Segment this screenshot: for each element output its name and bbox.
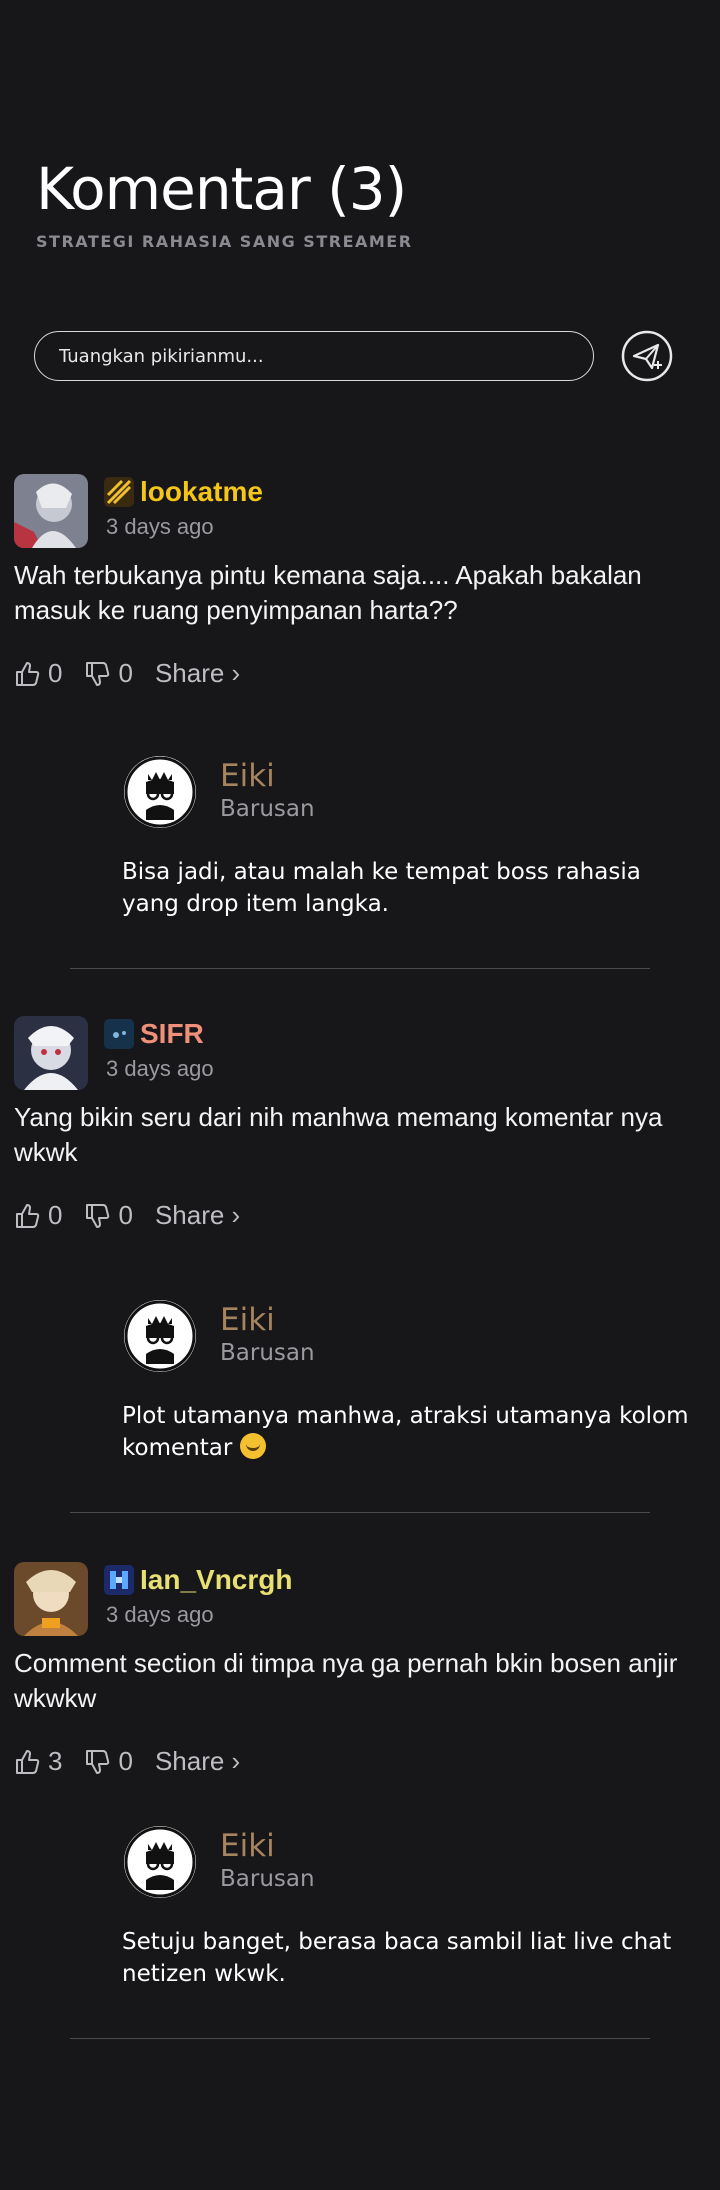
dislike-count: 0 [118, 1200, 133, 1230]
reply-text: Setuju banget, berasa baca sambil liat l… [122, 1929, 672, 1987]
comment-text: Comment section di timpa nya ga pernah b… [14, 1648, 678, 1713]
thumbs-up-icon [16, 661, 40, 686]
comment-timestamp: 3 days ago [106, 1602, 214, 1627]
user-avatar[interactable] [14, 1562, 88, 1636]
comment-text: Yang bikin seru dari nih manhwa memang k… [14, 1102, 663, 1167]
comment-username[interactable]: Ian_Vncrgh [140, 1564, 292, 1596]
reply-timestamp: Barusan [220, 796, 315, 822]
reply-avatar[interactable] [124, 756, 196, 828]
thumbs-up-icon [16, 1203, 40, 1228]
reply-username[interactable]: Eiki [220, 1828, 275, 1864]
thumbs-down-icon [86, 661, 110, 686]
reply-timestamp: Barusan [220, 1866, 315, 1892]
reply-text: Bisa jadi, atau malah ke tempat boss rah… [122, 859, 641, 917]
comment-divider [70, 2038, 650, 2039]
like-count: 0 [48, 1200, 63, 1230]
comment-actions: 0 0 Share › [14, 658, 262, 689]
comment-input[interactable] [34, 331, 594, 381]
thumbs-down-icon [86, 1203, 110, 1228]
reply-text: Plot utamanya manhwa, atraksi utamanya k… [122, 1403, 689, 1461]
user-badge-icon [104, 477, 134, 507]
share-button[interactable]: Share › [155, 1200, 240, 1231]
send-button[interactable] [620, 329, 674, 383]
user-badge-icon [104, 1565, 134, 1595]
reply-timestamp: Barusan [220, 1340, 315, 1366]
user-avatar[interactable] [14, 1016, 88, 1090]
header: Komentar (3) STRATEGI RAHASIA SANG STREA… [36, 160, 413, 251]
user-avatar[interactable] [14, 474, 88, 548]
comment-timestamp: 3 days ago [106, 1056, 214, 1081]
share-button[interactable]: Share › [155, 1746, 240, 1777]
dislike-count: 0 [118, 658, 133, 688]
user-badge-icon [104, 1019, 134, 1049]
page-title: Komentar (3) [36, 155, 407, 223]
reply-avatar[interactable] [124, 1300, 196, 1372]
comment-divider [70, 968, 650, 969]
thumbs-down-icon [86, 1749, 110, 1774]
like-button[interactable]: 3 [14, 1746, 62, 1777]
comment-actions: 0 0 Share › [14, 1200, 262, 1231]
dislike-button[interactable]: 0 [84, 658, 133, 689]
like-button[interactable]: 0 [14, 1200, 62, 1231]
laughing-emoji-icon [239, 1433, 266, 1459]
comment-timestamp: 3 days ago [106, 514, 214, 539]
send-plane-icon [621, 330, 673, 382]
dislike-count: 0 [118, 1746, 133, 1776]
like-count: 3 [48, 1746, 63, 1776]
share-button[interactable]: Share › [155, 658, 240, 689]
comment-username[interactable]: lookatme [140, 476, 263, 508]
comment-username[interactable]: SIFR [140, 1018, 204, 1050]
like-button[interactable]: 0 [14, 658, 62, 689]
reply-username[interactable]: Eiki [220, 1302, 275, 1338]
comment-compose [34, 329, 674, 383]
dislike-button[interactable]: 0 [84, 1200, 133, 1231]
comment-actions: 3 0 Share › [14, 1746, 262, 1777]
comment-divider [70, 1512, 650, 1513]
comment-text: Wah terbukanya pintu kemana saja.... Apa… [14, 560, 642, 625]
reply-username[interactable]: Eiki [220, 758, 275, 794]
reply-avatar[interactable] [124, 1826, 196, 1898]
dislike-button[interactable]: 0 [84, 1746, 133, 1777]
page-subtitle: STRATEGI RAHASIA SANG STREAMER [36, 232, 413, 251]
like-count: 0 [48, 658, 63, 688]
thumbs-up-icon [16, 1749, 40, 1774]
